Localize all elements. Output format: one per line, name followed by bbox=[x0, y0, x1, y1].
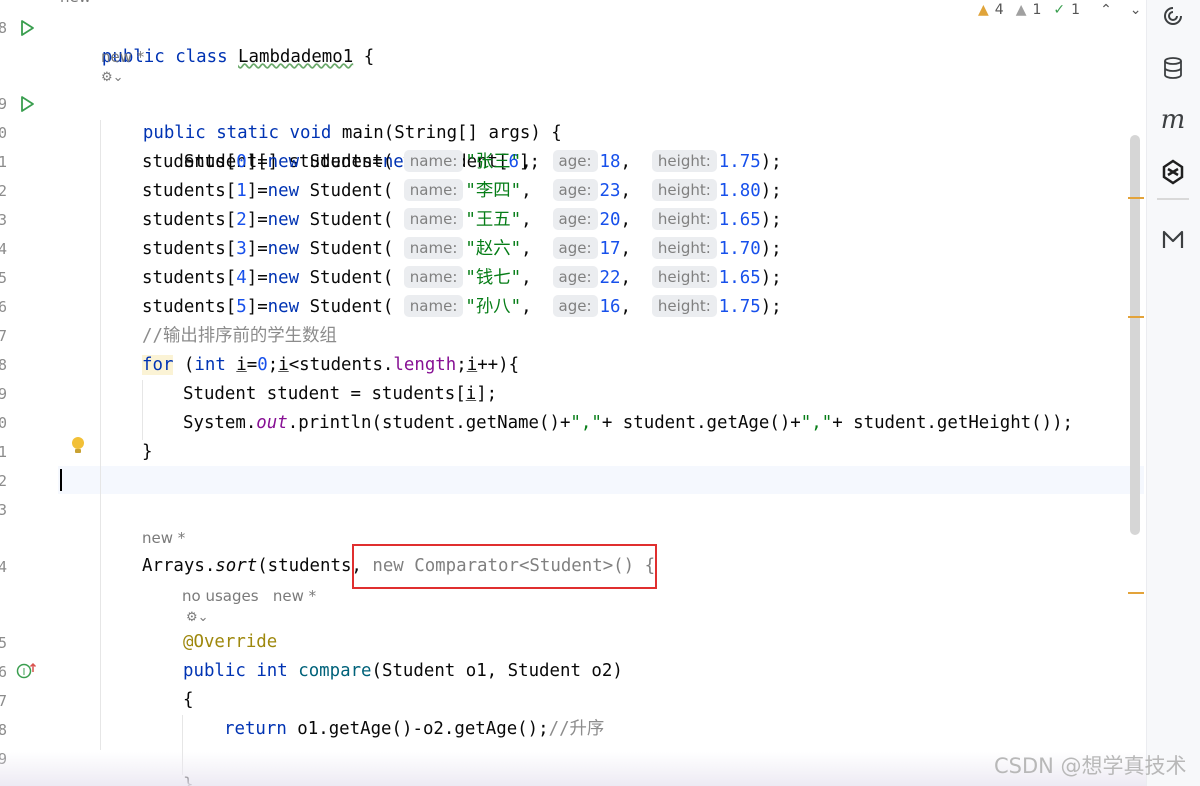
indent-guide bbox=[142, 380, 143, 440]
text-caret bbox=[60, 469, 62, 491]
code-annotation[interactable]: @Override bbox=[183, 628, 277, 657]
code-line[interactable]: students[2]=new Student( name: "王五", age:… bbox=[142, 206, 782, 235]
line-number: 5 bbox=[0, 634, 8, 652]
code-line[interactable]: public class Lambdademo1 { bbox=[60, 14, 374, 67]
param-hint: age: bbox=[552, 179, 598, 201]
line-number: 8 bbox=[0, 356, 8, 374]
database-icon[interactable] bbox=[1159, 54, 1187, 82]
ai-assistant-icon[interactable]: ⚙⌄ bbox=[186, 610, 209, 625]
bottom-fade bbox=[0, 752, 1146, 786]
code-line[interactable]: { bbox=[183, 686, 193, 715]
typo-count: 1 bbox=[1071, 2, 1081, 18]
line-number: 3 bbox=[0, 211, 8, 229]
line-number: 8 bbox=[0, 19, 8, 37]
code-comment[interactable]: //输出排序前的学生数组 bbox=[142, 322, 337, 351]
param-hint: age: bbox=[552, 237, 598, 259]
line-number: 4 bbox=[0, 240, 8, 258]
error-stripe-mark[interactable] bbox=[1128, 592, 1144, 594]
line-number: 0 bbox=[0, 414, 8, 432]
line-number: 1 bbox=[0, 443, 8, 461]
line-number: 9 bbox=[0, 385, 8, 403]
next-highlight-icon[interactable]: ⌄ bbox=[1130, 2, 1142, 18]
line-number: 7 bbox=[0, 327, 8, 345]
codelens-usages[interactable]: no usages new * bbox=[182, 587, 316, 605]
param-hint: height: bbox=[651, 266, 717, 288]
annotation-highlight-box bbox=[352, 544, 657, 589]
error-stripe-mark[interactable] bbox=[1128, 197, 1144, 199]
code-line[interactable]: students[0]=new Student( name: "张三", age:… bbox=[142, 148, 782, 177]
code-line[interactable]: return o1.getAge()-o2.getAge();//升序 bbox=[224, 715, 604, 744]
line-number: 3 bbox=[0, 501, 8, 519]
line-number: 7 bbox=[0, 692, 8, 710]
warning-count: 4 bbox=[994, 2, 1004, 18]
codelens-cut: new bbox=[60, 0, 91, 6]
code-line[interactable]: } bbox=[142, 438, 152, 467]
line-number: 2 bbox=[0, 472, 8, 490]
param-hint: name: bbox=[403, 208, 464, 230]
line-number: 9 bbox=[0, 95, 8, 113]
param-hint: age: bbox=[552, 150, 598, 172]
weak-warning-icon: ▲ bbox=[1015, 2, 1027, 18]
indent-guide bbox=[100, 120, 101, 750]
vertical-scrollbar[interactable] bbox=[1130, 135, 1140, 535]
svg-text:I: I bbox=[23, 667, 26, 678]
lightbulb-icon[interactable] bbox=[70, 436, 86, 456]
param-hint: height: bbox=[651, 208, 717, 230]
run-icon[interactable] bbox=[18, 95, 36, 113]
line-number: 6 bbox=[0, 663, 8, 681]
code-line[interactable]: students[1]=new Student( name: "李四", age:… bbox=[142, 177, 782, 206]
param-hint: age: bbox=[552, 266, 598, 288]
line-number: 4 bbox=[0, 558, 8, 576]
error-stripe-mark[interactable] bbox=[1128, 316, 1144, 318]
weak-warning-count: 1 bbox=[1032, 2, 1042, 18]
implements-method-icon[interactable]: I bbox=[16, 662, 38, 680]
markdown-m-icon[interactable] bbox=[1159, 226, 1187, 254]
param-hint: name: bbox=[403, 295, 464, 317]
param-hint: name: bbox=[403, 266, 464, 288]
line-number: 1 bbox=[0, 153, 8, 171]
code-line[interactable]: students[3]=new Student( name: "赵六", age:… bbox=[142, 235, 782, 264]
param-hint: height: bbox=[651, 150, 717, 172]
code-line[interactable]: Student student = students[i]; bbox=[183, 380, 497, 409]
param-hint: age: bbox=[552, 208, 598, 230]
codelens-author[interactable]: new * bbox=[101, 48, 144, 66]
ai-assistant-icon[interactable] bbox=[1159, 158, 1187, 186]
ai-assistant-icon[interactable]: ⚙⌄ bbox=[101, 70, 124, 85]
line-number: 0 bbox=[0, 124, 8, 142]
prev-highlight-icon[interactable]: ⌃ bbox=[1100, 2, 1112, 18]
separator-line bbox=[1157, 198, 1189, 200]
line-number: 5 bbox=[0, 269, 8, 287]
run-icon[interactable] bbox=[18, 19, 36, 37]
param-hint: name: bbox=[403, 150, 464, 172]
ai-swirl-icon[interactable] bbox=[1159, 2, 1187, 30]
line-number: 2 bbox=[0, 182, 8, 200]
code-line[interactable]: Student[] students=new Student[6]; bbox=[142, 119, 540, 172]
code-line[interactable]: students[4]=new Student( name: "钱七", age:… bbox=[142, 264, 782, 293]
line-number: 8 bbox=[0, 721, 8, 739]
codelens-author[interactable]: new * bbox=[142, 529, 185, 547]
typo-check-icon: ✓ bbox=[1053, 2, 1066, 18]
class-name: Lambdademo1 bbox=[238, 47, 354, 67]
code-line[interactable]: public static void main(String[] args) { bbox=[101, 90, 562, 143]
warning-icon: ▲ bbox=[978, 2, 989, 18]
code-line[interactable]: students[5]=new Student( name: "孙八", age:… bbox=[142, 293, 782, 322]
current-line-highlight bbox=[58, 466, 1144, 494]
maven-icon[interactable]: m bbox=[1159, 105, 1187, 135]
param-hint: name: bbox=[403, 237, 464, 259]
param-hint: age: bbox=[552, 295, 598, 317]
code-line[interactable]: for (int i=0;i<students.length;i++){ bbox=[142, 351, 519, 380]
code-line[interactable]: System.out.println(student.getName()+","… bbox=[183, 409, 1073, 438]
watermark: CSDN @想学真技术 bbox=[994, 754, 1187, 778]
code-editor[interactable]: new ▲ 4 ▲ 1 ✓ 1 ⌃ ⌄ 8 9 0 1 2 3 4 5 6 7 … bbox=[0, 0, 1146, 786]
param-hint: name: bbox=[403, 179, 464, 201]
param-hint: height: bbox=[651, 179, 717, 201]
param-hint: height: bbox=[651, 295, 717, 317]
line-number: 6 bbox=[0, 298, 8, 316]
inspection-widget[interactable]: ▲ 4 ▲ 1 ✓ 1 ⌃ ⌄ bbox=[978, 0, 1142, 20]
param-hint: height: bbox=[651, 237, 717, 259]
code-line[interactable]: public int compare(Student o1, Student o… bbox=[183, 657, 623, 686]
